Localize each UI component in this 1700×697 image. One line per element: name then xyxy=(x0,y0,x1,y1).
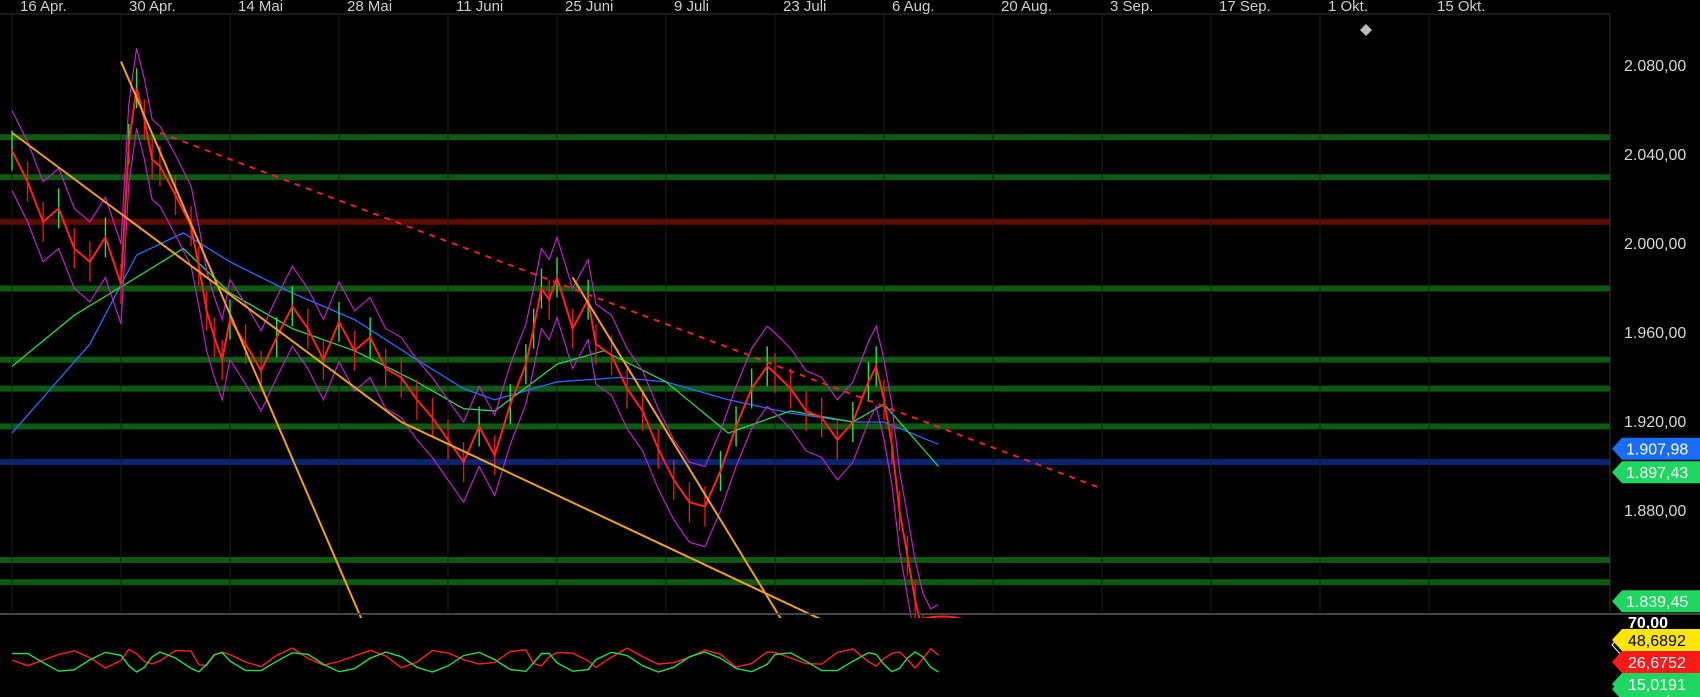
x-tick-label: 14 Mai xyxy=(238,0,283,15)
y-tick-label: 2.040,00 xyxy=(1624,147,1686,164)
price-label-text: 1.907,98 xyxy=(1626,442,1688,459)
price-series xyxy=(11,68,940,669)
price-label-tag: 1.839,45 xyxy=(1612,590,1700,613)
x-tick-label: 25 Juni xyxy=(565,0,613,15)
x-tick-label: 15 Okt. xyxy=(1437,0,1485,15)
price-label-text: 1.897,43 xyxy=(1626,465,1688,482)
x-tick-label: 20 Aug. xyxy=(1001,0,1052,15)
level-band xyxy=(0,556,1610,563)
price-label-tag: 1.907,98 xyxy=(1612,437,1700,460)
level-band xyxy=(0,174,1610,181)
x-axis: 16 Apr. 30 Apr. 14 Mai 28 Mai 11 Juni 25 Juni… xyxy=(0,0,1700,36)
indicator-label-tag: 15,0191 xyxy=(1612,673,1700,695)
level-band xyxy=(0,459,1610,466)
indicator-label-text: 26,6752 xyxy=(1628,655,1686,672)
price-label-tag: 1.897,43 xyxy=(1612,461,1700,484)
y-axis: 2.080,00 2.040,00 2.000,00 1.960,00 1.920,00… xyxy=(1609,14,1686,612)
x-tick-label: 11 Juni xyxy=(456,0,503,15)
indicator-label-tag: 48,6892 xyxy=(1612,629,1700,651)
level-band xyxy=(0,423,1610,430)
indicator-labels: 70,0048,689226,675215,0191 xyxy=(1612,615,1700,695)
price-label-text: 1.839,45 xyxy=(1626,594,1688,611)
x-tick-label: 23 Juli xyxy=(783,0,826,15)
y-tick-label: 1.880,00 xyxy=(1624,503,1686,520)
x-tick-label: 6 Aug. xyxy=(892,0,935,15)
moving-averages xyxy=(11,48,939,690)
x-tick-label: 28 Mai xyxy=(347,0,392,15)
stock-chart[interactable]: 16 Apr. 30 Apr. 14 Mai 28 Mai 11 Juni 25 Juni… xyxy=(0,0,1700,697)
y-tick-label: 1.920,00 xyxy=(1624,414,1686,431)
level-band xyxy=(0,285,1610,292)
y-tick-label: 2.000,00 xyxy=(1624,236,1686,253)
x-tick-label: 9 Juli xyxy=(674,0,709,15)
x-tick-label: 1 Okt. xyxy=(1328,0,1368,15)
y-tick-label: 2.080,00 xyxy=(1624,58,1686,75)
x-tick-label: 17 Sep. xyxy=(1219,0,1271,15)
indicator-label-tag: 26,6752 xyxy=(1612,651,1700,673)
date-grid xyxy=(11,14,1430,612)
date-marker-icon xyxy=(1360,24,1372,36)
level-band xyxy=(0,356,1610,363)
level-band xyxy=(0,579,1610,586)
trend-line-red-dashed xyxy=(159,131,1103,490)
price-line xyxy=(11,88,939,651)
level-band xyxy=(0,385,1610,392)
x-tick-label: 3 Sep. xyxy=(1110,0,1153,15)
level-band xyxy=(0,218,1610,225)
x-tick-label: 30 Apr. xyxy=(129,0,176,15)
x-tick-label: 16 Apr. xyxy=(20,0,67,15)
indicator-label-text: 15,0191 xyxy=(1628,677,1686,694)
y-tick-label: 1.960,00 xyxy=(1624,325,1686,342)
level-band xyxy=(0,134,1610,141)
indicator-panel xyxy=(0,613,1700,697)
horizontal-levels xyxy=(0,134,1610,670)
envelope-lower xyxy=(11,128,939,690)
indicator-label-text: 48,6892 xyxy=(1628,633,1686,650)
indicator-panel-bg xyxy=(0,618,1610,697)
